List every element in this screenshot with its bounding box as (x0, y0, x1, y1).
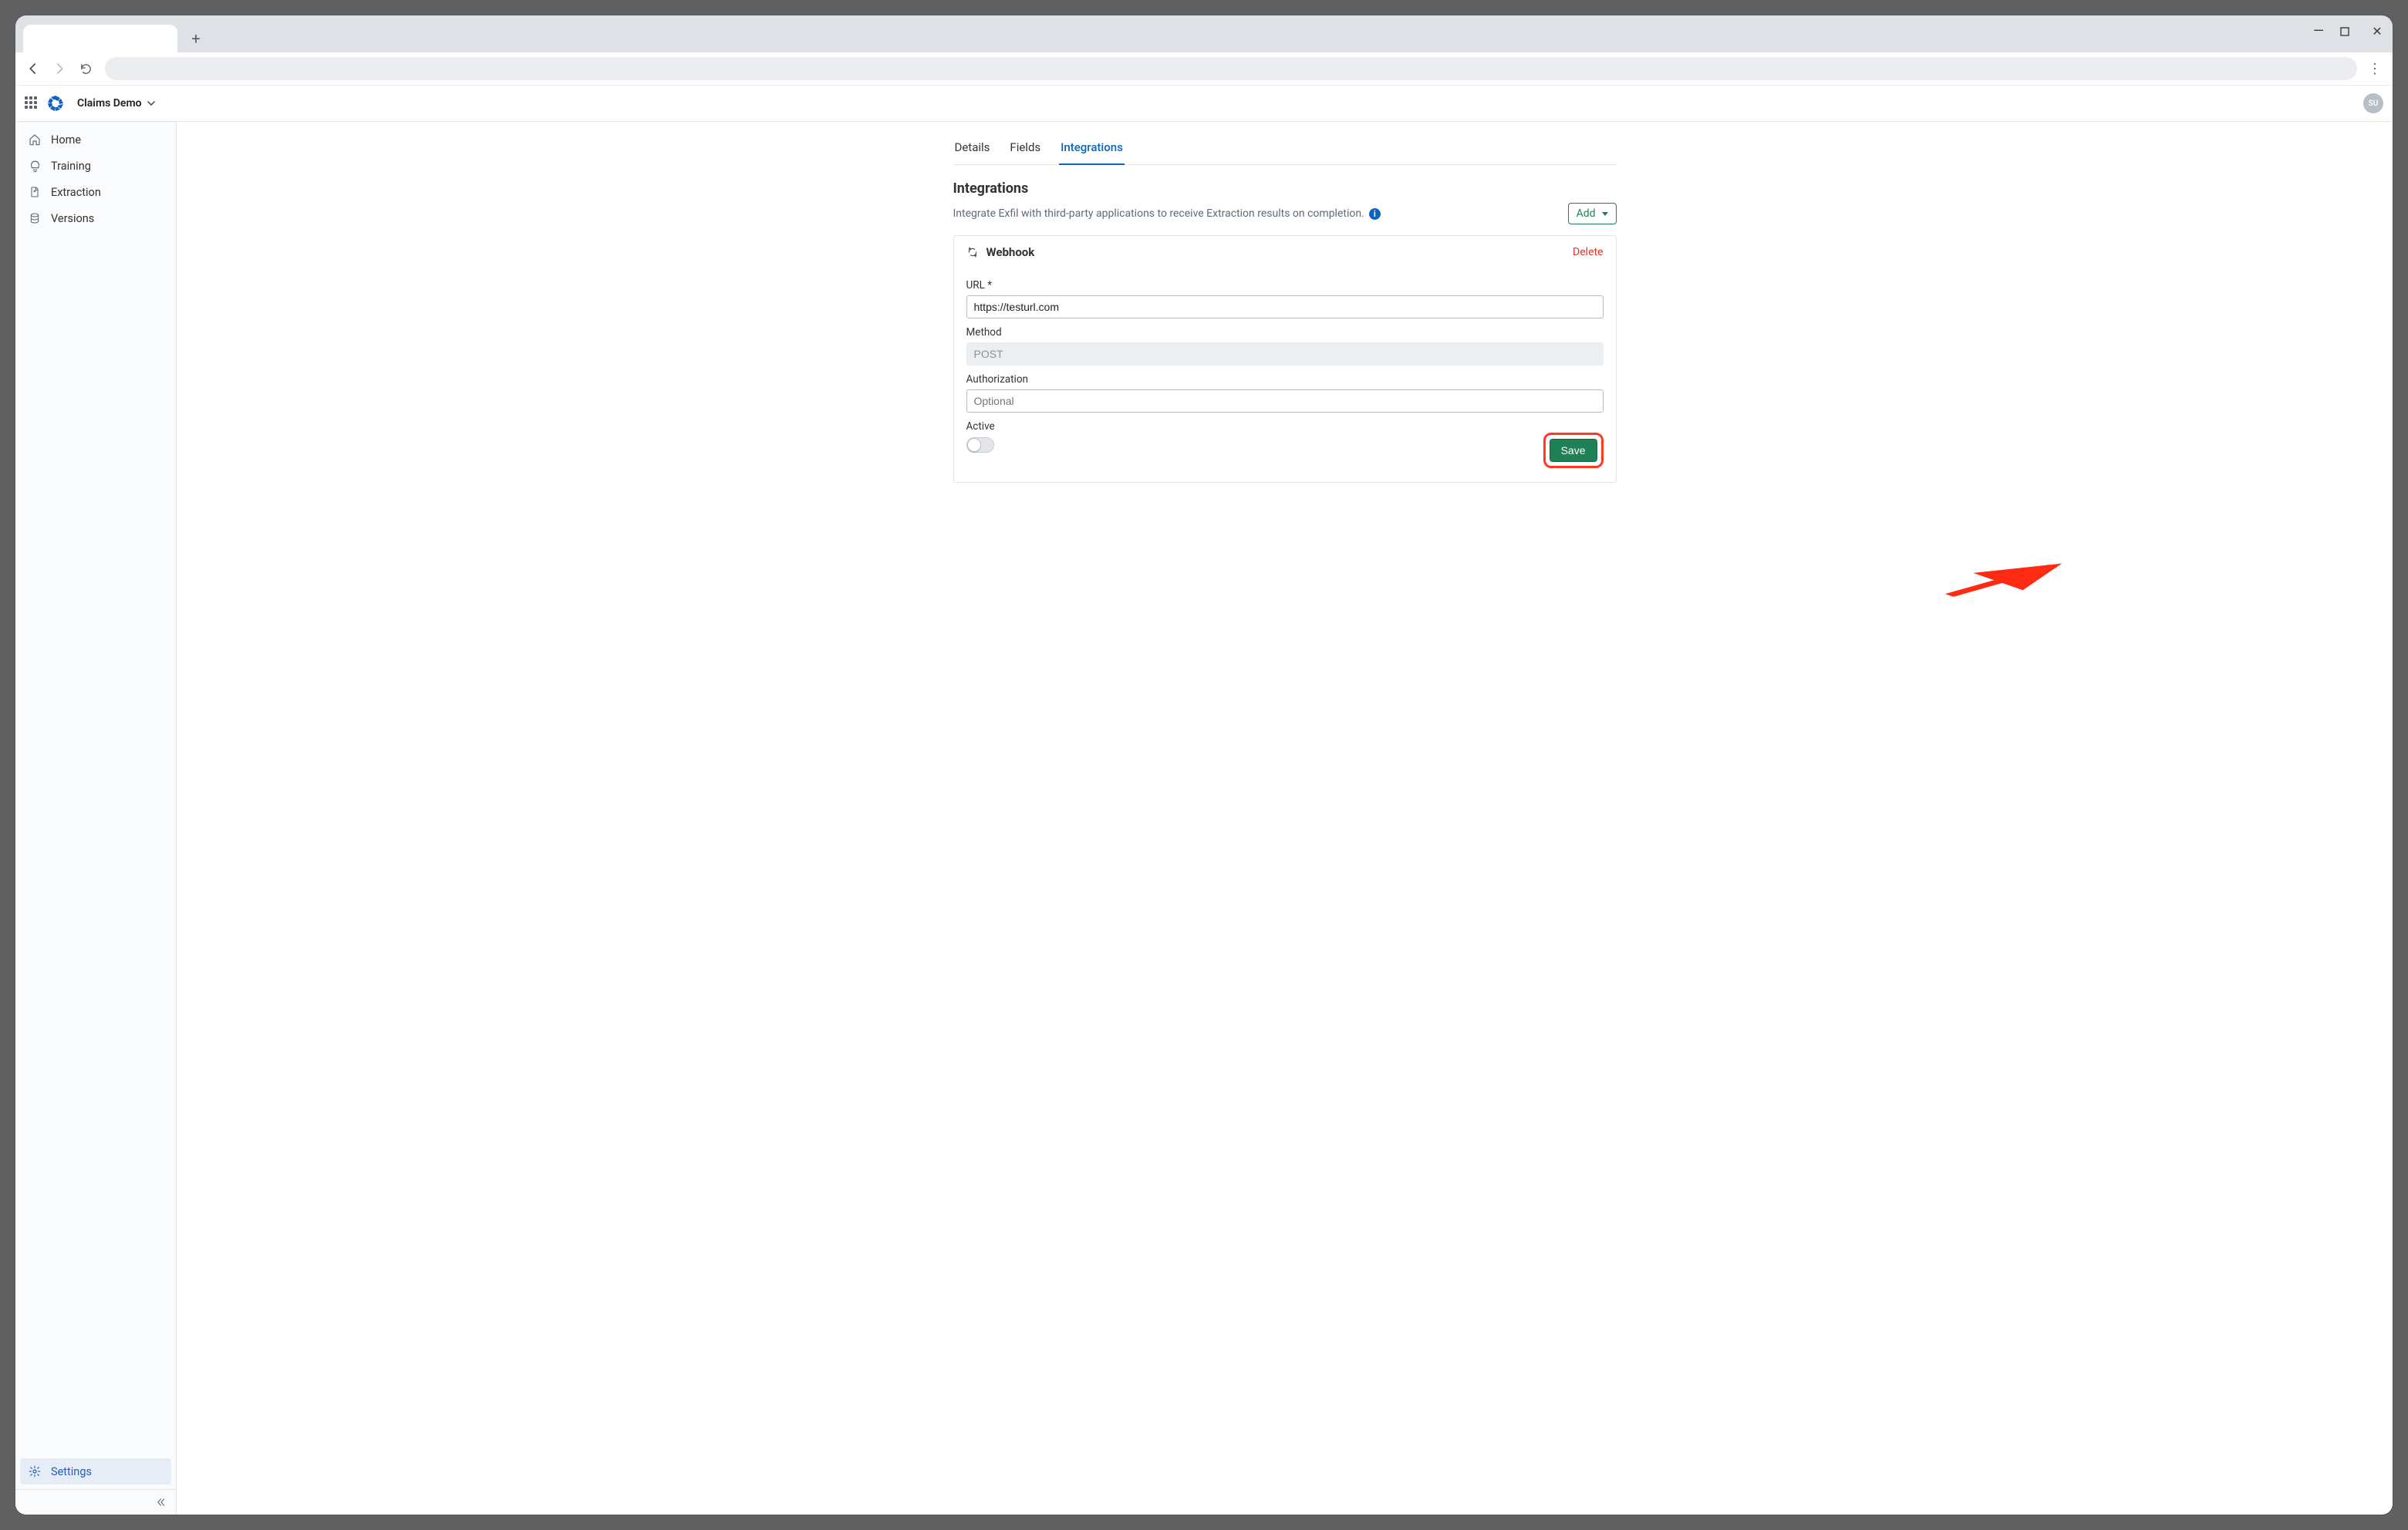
active-label: Active (966, 420, 995, 433)
user-avatar[interactable]: SU (2363, 93, 2383, 113)
sidebar: Home Training Extraction (15, 122, 177, 1515)
project-switcher[interactable]: Claims Demo (73, 94, 160, 113)
info-icon[interactable]: i (1369, 208, 1381, 220)
collapse-icon (156, 1497, 167, 1508)
extraction-icon (28, 185, 42, 199)
sidebar-item-label: Training (51, 160, 91, 173)
sidebar-item-extraction[interactable]: Extraction (20, 179, 171, 205)
authorization-label: Authorization (966, 373, 1028, 386)
add-integration-button[interactable]: Add (1568, 203, 1617, 224)
app-header: Claims Demo SU (15, 86, 2393, 122)
versions-icon (28, 211, 42, 225)
sidebar-item-training[interactable]: Training (20, 153, 171, 179)
window-minimize-icon[interactable]: — (2311, 23, 2326, 39)
project-name: Claims Demo (77, 97, 142, 110)
save-button[interactable]: Save (1550, 439, 1597, 462)
sidebar-item-home[interactable]: Home (20, 126, 171, 153)
sidebar-collapse-button[interactable] (15, 1489, 176, 1515)
browser-menu-button[interactable]: ⋮ (2362, 61, 2388, 77)
settings-tabs: Details Fields Integrations (953, 133, 1617, 165)
sidebar-item-versions[interactable]: Versions (20, 205, 171, 231)
dropdown-triangle-icon (1602, 212, 1608, 216)
authorization-input[interactable] (966, 389, 1604, 413)
method-label: Method (966, 326, 1002, 339)
url-input[interactable] (966, 295, 1604, 318)
address-bar[interactable] (105, 57, 2357, 80)
app-launcher-icon[interactable] (25, 96, 39, 110)
sidebar-item-settings[interactable]: Settings (20, 1458, 171, 1485)
tab-integrations[interactable]: Integrations (1059, 133, 1125, 165)
browser-tabstrip: + — ✕ (15, 15, 2393, 52)
sidebar-item-label: Settings (51, 1465, 92, 1478)
new-tab-button[interactable]: + (185, 28, 207, 49)
method-input (966, 342, 1604, 366)
sidebar-item-label: Home (51, 133, 81, 147)
delete-webhook-button[interactable]: Delete (1573, 246, 1603, 258)
url-label: URL * (966, 279, 993, 292)
webhook-card: Webhook Delete URL * Method (953, 235, 1617, 483)
sidebar-item-label: Extraction (51, 186, 101, 199)
tab-details[interactable]: Details (953, 133, 992, 165)
page-description: Integrate Exfil with third-party applica… (953, 207, 1364, 220)
app-logo-icon[interactable] (46, 94, 65, 113)
chevron-down-icon (147, 99, 156, 108)
webhook-title: Webhook (986, 245, 1035, 259)
window-close-icon[interactable]: ✕ (2369, 24, 2385, 39)
browser-toolbar: ⋮ (15, 52, 2393, 86)
tab-fields[interactable]: Fields (1008, 133, 1042, 165)
training-icon (28, 159, 42, 173)
add-button-label: Add (1577, 207, 1596, 220)
annotation-highlight: Save (1543, 433, 1604, 468)
forward-button[interactable] (46, 56, 73, 82)
sidebar-item-label: Versions (51, 212, 94, 225)
active-toggle[interactable] (966, 437, 994, 453)
home-icon (28, 133, 42, 147)
gear-icon (28, 1464, 42, 1478)
page-heading: Integrations (953, 180, 1617, 197)
window-maximize-icon[interactable] (2340, 27, 2356, 36)
browser-tab[interactable] (23, 25, 177, 52)
webhook-icon (966, 246, 979, 258)
back-button[interactable] (20, 56, 46, 82)
reload-button[interactable] (73, 56, 99, 82)
